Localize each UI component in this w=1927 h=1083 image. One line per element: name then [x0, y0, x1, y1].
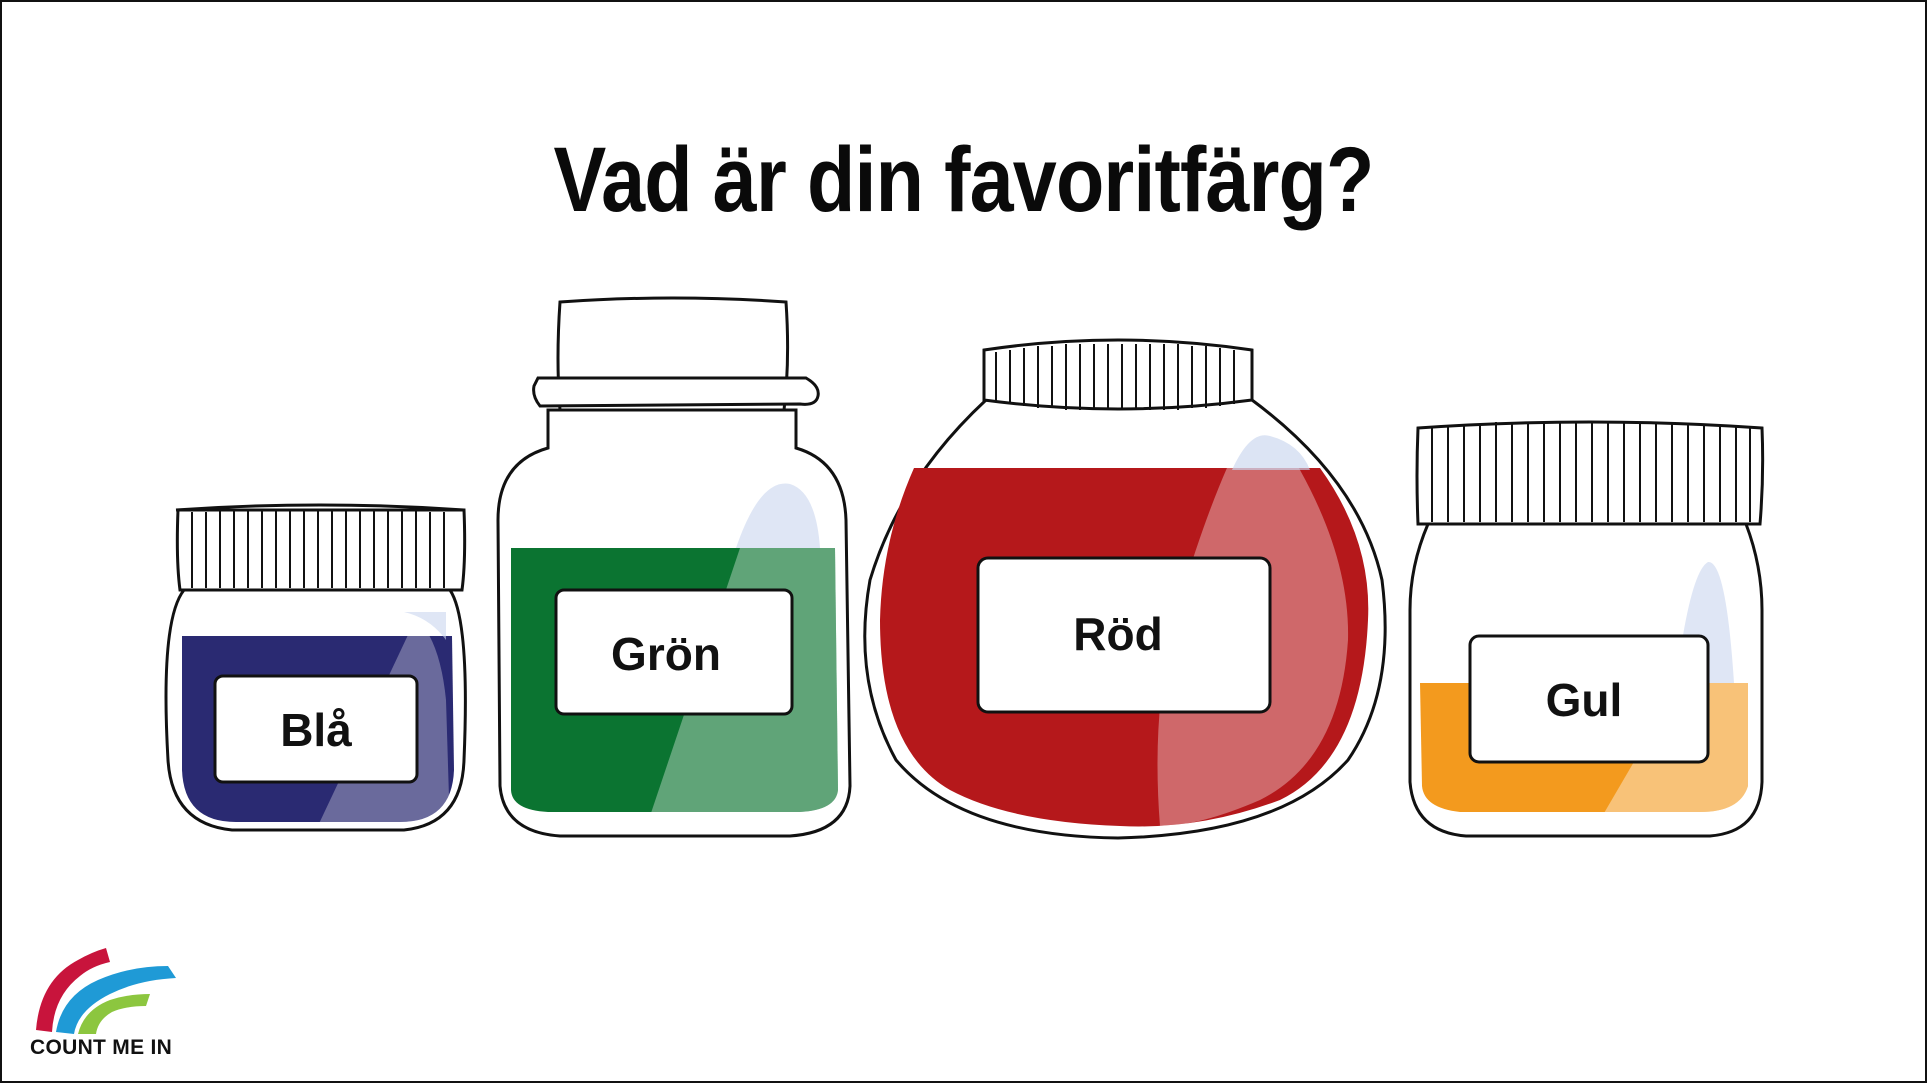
count-me-in-logo [36, 948, 176, 1034]
jar-green-label-text: Grön [611, 628, 721, 680]
jar-blue-label-text: Blå [280, 704, 352, 756]
jars-illustration: Blå Grön Röd Gul [36, 296, 1765, 1034]
jar-blue: Blå [164, 503, 467, 832]
jar-red: Röd [863, 338, 1387, 840]
jar-yellow: Gul [1408, 420, 1765, 838]
logo-text: COUNT ME IN [30, 1036, 173, 1059]
jar-red-label-text: Röd [1073, 608, 1162, 660]
jar-green: Grön [496, 296, 852, 838]
jar-yellow-label-text: Gul [1546, 674, 1623, 726]
